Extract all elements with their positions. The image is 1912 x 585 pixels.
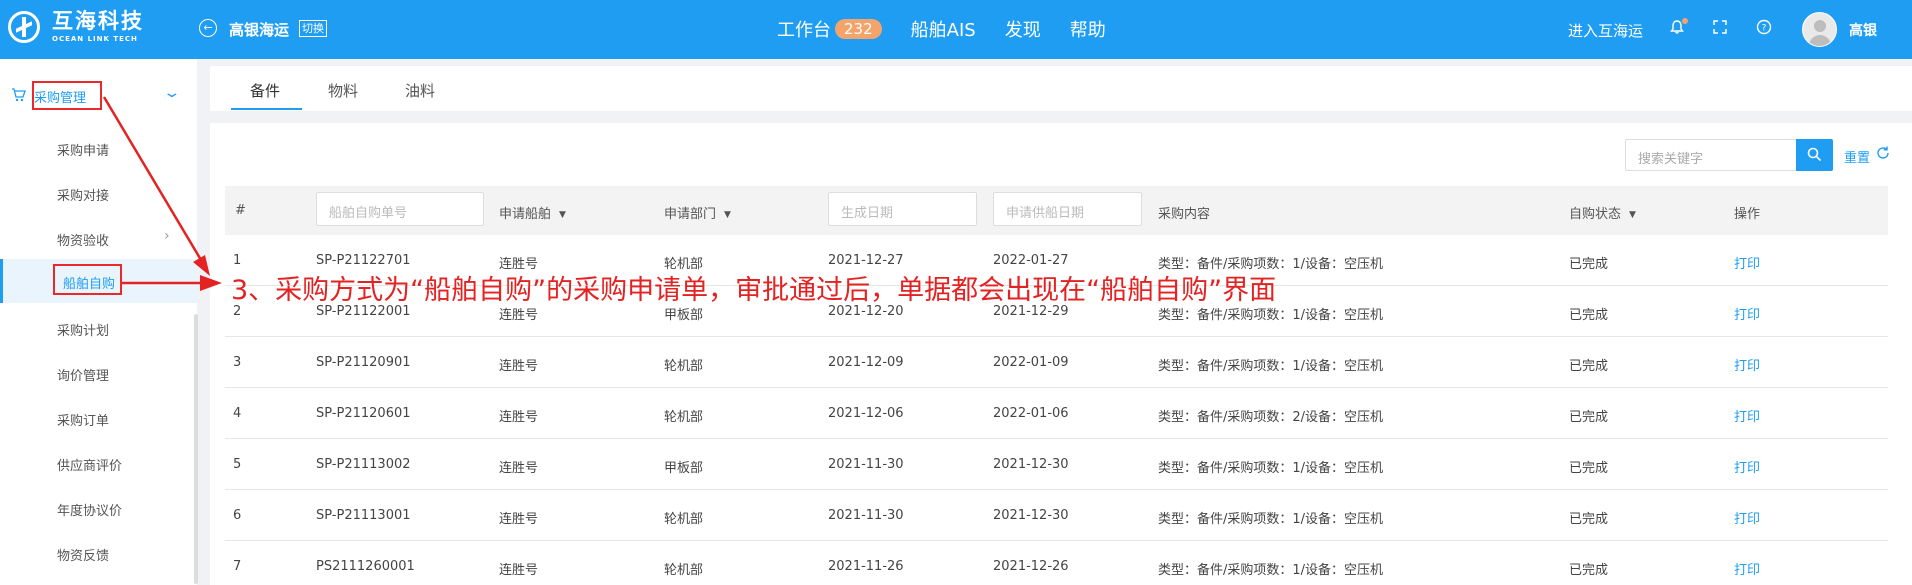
logo[interactable]: 互海科技 OCEAN LINK TECH — [8, 11, 144, 43]
caret-down-icon: ▼ — [559, 210, 566, 220]
print-link[interactable]: 打印 — [1734, 406, 1760, 425]
order-number-filter[interactable]: 船舶自购单号 — [316, 192, 484, 226]
caret-down-icon: ▼ — [724, 210, 731, 220]
chevron-right-icon: › — [164, 228, 170, 244]
print-link[interactable]: 打印 — [1734, 355, 1760, 374]
col-status-filter[interactable]: 自购状态 ▼ — [1569, 203, 1636, 222]
nav-discover[interactable]: 发现 — [1005, 16, 1041, 42]
notification-dot — [1682, 18, 1688, 24]
reset-button[interactable]: 重置 — [1844, 147, 1870, 166]
print-link[interactable]: 打印 — [1734, 253, 1760, 272]
help-icon[interactable]: ? — [1755, 19, 1773, 37]
col-index: # — [235, 203, 246, 218]
avatar[interactable] — [1802, 12, 1837, 47]
sidebar-item-ship-self-purchase[interactable]: 船舶自购 — [0, 259, 197, 303]
table-row[interactable]: 6 SP-P21113001 连胜号 轮机部 2021-11-30 2021-1… — [225, 490, 1888, 541]
refresh-icon[interactable] — [1875, 145, 1891, 165]
tab-bar: 备件 物料 油料 — [210, 66, 1912, 111]
chevron-down-icon[interactable]: ⌄ — [162, 85, 181, 101]
caret-down-icon: ▼ — [1629, 210, 1636, 220]
username[interactable]: 高银 — [1849, 20, 1877, 40]
nav-workbench-label: 工作台 — [777, 20, 831, 41]
sidebar-scrollbar[interactable] — [194, 314, 198, 584]
table-row[interactable]: 7 PS2111260001 连胜号 轮机部 2021-11-26 2021-1… — [225, 541, 1888, 585]
workbench-count-badge: 232 — [835, 19, 882, 39]
sidebar-section-purchase[interactable]: 采购管理 ⌄ — [0, 81, 197, 111]
main-nav: 工作台 232 船舶AIS 发现 帮助 — [777, 16, 1135, 42]
back-icon[interactable]: ← — [199, 19, 217, 37]
sidebar-item-purchase-plan[interactable]: 采购计划 — [0, 306, 197, 350]
tab-oil[interactable]: 油料 — [405, 80, 435, 101]
sidebar-item-purchase-request[interactable]: 采购申请 — [0, 126, 197, 170]
col-dept-filter[interactable]: 申请部门 ▼ — [664, 203, 731, 222]
table-row[interactable]: 3 SP-P21120901 连胜号 轮机部 2021-12-09 2022-0… — [225, 337, 1888, 388]
col-action: 操作 — [1734, 207, 1761, 222]
sidebar-item-material-feedback[interactable]: 物资反馈 — [0, 531, 197, 575]
search-button[interactable] — [1796, 139, 1833, 171]
col-content: 采购内容 — [1158, 207, 1211, 222]
supply-date-filter[interactable]: 申请供船日期 — [993, 192, 1142, 226]
switch-company-button[interactable]: 切换 — [299, 20, 327, 37]
table-header: # 船舶自购单号 申请船舶 ▼ 申请部门 ▼ 生成日期 申请供船日期 采购内容 自购… — [225, 186, 1888, 235]
tab-spare-parts[interactable]: 备件 — [250, 80, 280, 101]
print-link[interactable]: 打印 — [1734, 559, 1760, 578]
enter-hulhaiyun-link[interactable]: 进入互海运 — [1568, 20, 1643, 41]
sidebar: 采购管理 ⌄ 采购申请 采购对接 物资验收 › 船舶自购 采购计划 询价管理 采购… — [0, 59, 198, 585]
search-icon — [1807, 147, 1822, 162]
logo-tagline: OCEAN LINK TECH — [52, 35, 138, 43]
tab-materials[interactable]: 物料 — [328, 80, 358, 101]
highlight-box — [32, 81, 102, 110]
print-link[interactable]: 打印 — [1734, 508, 1760, 527]
print-link[interactable]: 打印 — [1734, 457, 1760, 476]
sidebar-item-annual-price[interactable]: 年度协议价 — [0, 486, 197, 530]
sidebar-item-purchase-docking[interactable]: 采购对接 — [0, 171, 197, 215]
annotation-text: 3、采购方式为“船舶自购”的采购申请单，审批通过后，单据都会出现在“船舶自购”界… — [231, 275, 1277, 306]
nav-help[interactable]: 帮助 — [1070, 16, 1106, 42]
sidebar-item-supplier-review[interactable]: 供应商评价 — [0, 441, 197, 485]
bell-icon[interactable] — [1668, 18, 1688, 37]
svg-text:?: ? — [1762, 24, 1767, 34]
nav-ship-ais[interactable]: 船舶AIS — [911, 16, 976, 42]
nav-workbench[interactable]: 工作台 232 — [777, 16, 882, 42]
highlight-box — [53, 264, 122, 295]
search-input[interactable]: 搜索关键字 — [1625, 139, 1797, 171]
col-ship-filter[interactable]: 申请船舶 ▼ — [499, 203, 566, 222]
sidebar-item-inquiry[interactable]: 询价管理 — [0, 351, 197, 395]
logo-name: 互海科技 — [52, 9, 144, 33]
top-bar: 互海科技 OCEAN LINK TECH ← 高银海运 切换 工作台 232 船… — [0, 0, 1912, 59]
logo-icon — [8, 11, 40, 43]
print-link[interactable]: 打印 — [1734, 304, 1760, 323]
table-row[interactable]: 4 SP-P21120601 连胜号 轮机部 2021-12-06 2022-0… — [225, 388, 1888, 439]
sidebar-item-material-acceptance[interactable]: 物资验收 › — [0, 216, 197, 260]
generate-date-filter[interactable]: 生成日期 — [828, 192, 977, 226]
fullscreen-icon[interactable] — [1711, 19, 1729, 37]
table-row[interactable]: 5 SP-P21113002 连胜号 甲板部 2021-11-30 2021-1… — [225, 439, 1888, 490]
cart-icon — [11, 88, 26, 106]
active-tab-indicator — [231, 108, 302, 110]
sidebar-item-purchase-order[interactable]: 采购订单 — [0, 396, 197, 440]
company-name: 高银海运 — [229, 21, 290, 39]
